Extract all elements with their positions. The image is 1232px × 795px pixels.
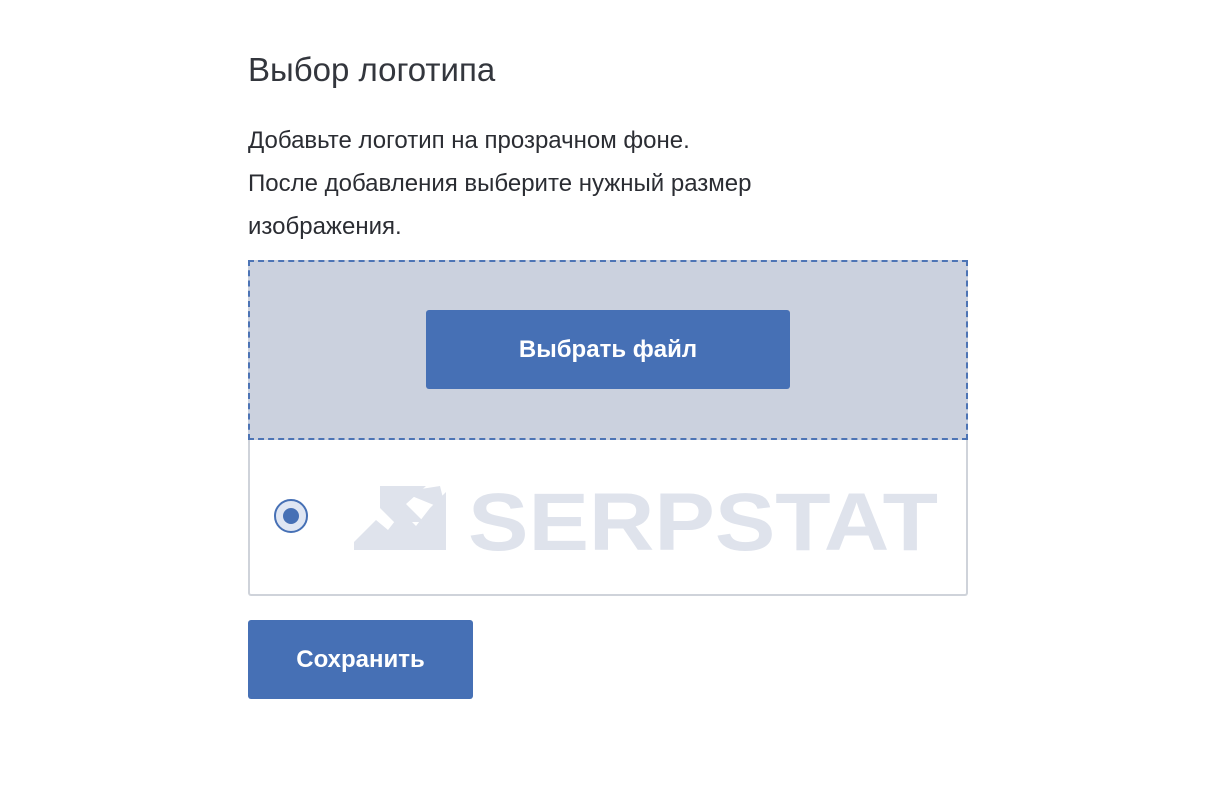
radio-selected-dot	[283, 508, 299, 524]
logo-wordmark: SERPSTAT	[468, 482, 938, 554]
logo-option-card[interactable]: SERPSTAT	[248, 440, 968, 596]
file-drop-zone[interactable]: Выбрать файл	[248, 260, 968, 440]
save-button[interactable]: Сохранить	[248, 620, 473, 699]
description-line-3: изображения.	[248, 213, 402, 240]
description-line-1: Добавьте логотип на прозрачном фоне.	[248, 127, 690, 154]
choose-file-button[interactable]: Выбрать файл	[426, 310, 790, 389]
logo-option-radio[interactable]	[274, 499, 308, 533]
page-title: Выбор логотипа	[248, 51, 496, 88]
description: Добавьте логотип на прозрачном фоне. Пос…	[248, 119, 968, 248]
serpstat-chart-arrow-icon	[354, 486, 446, 550]
description-line-2: После добавления выберите нужный размер	[248, 170, 752, 197]
logo-preview: SERPSTAT	[354, 482, 938, 554]
